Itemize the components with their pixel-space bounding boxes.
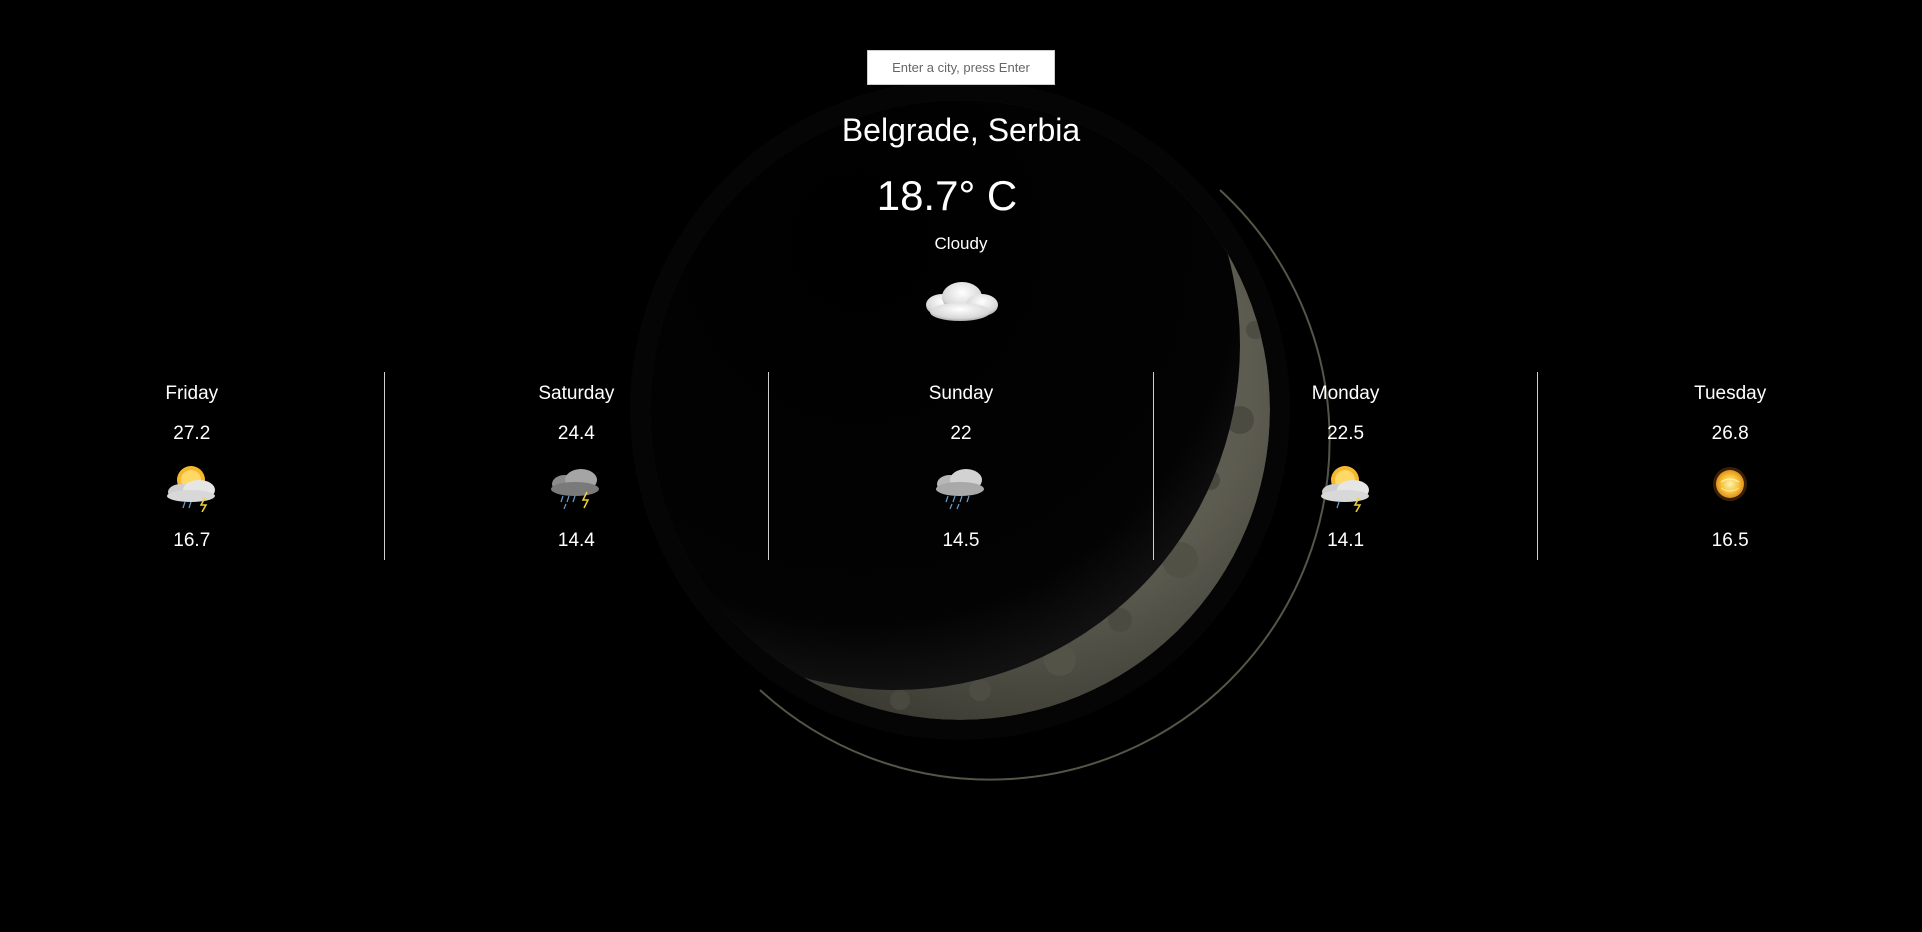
forecast-day: Monday 22.5 14.1: [1154, 372, 1539, 560]
forecast-day: Sunday 22 14.5: [769, 372, 1154, 560]
forecast-high-temp: 22.5: [1327, 423, 1365, 444]
city-search-input[interactable]: [867, 50, 1055, 85]
cloud-rain-icon: [935, 469, 984, 510]
forecast-high-temp: 22: [950, 423, 972, 444]
forecast-day: Saturday 24.4 14.4: [385, 372, 770, 560]
cloud-icon: [926, 282, 998, 321]
forecast-high-temp: 27.2: [173, 423, 211, 444]
forecast-day-name: Tuesday: [1694, 383, 1767, 404]
forecast-day-name: Monday: [1311, 383, 1380, 404]
forecast-row: Friday 27.2 16.7 Saturday 24.4 14.4 Sund…: [0, 372, 1922, 560]
forecast-high-temp: 26.8: [1711, 423, 1749, 444]
current-condition: Cloudy: [934, 234, 988, 253]
sun-cloud-thunder-icon: [166, 466, 215, 512]
storm-cloud-rain-icon: [551, 469, 600, 510]
forecast-day-name: Saturday: [538, 383, 615, 404]
current-temperature: 18.7° C: [876, 172, 1018, 219]
weather-app: Belgrade, Serbia 18.7° C Cloudy Friday 2…: [0, 0, 1922, 932]
sun-cloud-thunder-icon: [1320, 466, 1369, 512]
forecast-low-temp: 14.4: [557, 530, 595, 551]
forecast-day-name: Sunday: [928, 383, 994, 404]
forecast-low-temp: 14.5: [942, 530, 980, 551]
forecast-day: Tuesday 26.8 16.5: [1538, 372, 1922, 560]
forecast-high-temp: 24.4: [557, 423, 595, 444]
forecast-low-temp: 14.1: [1327, 530, 1365, 551]
forecast-low-temp: 16.7: [173, 530, 211, 551]
location-title: Belgrade, Serbia: [841, 112, 1081, 148]
forecast-day: Friday 27.2 16.7: [0, 372, 385, 560]
forecast-day-name: Friday: [165, 383, 219, 404]
sun-icon: [1713, 467, 1748, 501]
forecast-low-temp: 16.5: [1711, 530, 1749, 551]
